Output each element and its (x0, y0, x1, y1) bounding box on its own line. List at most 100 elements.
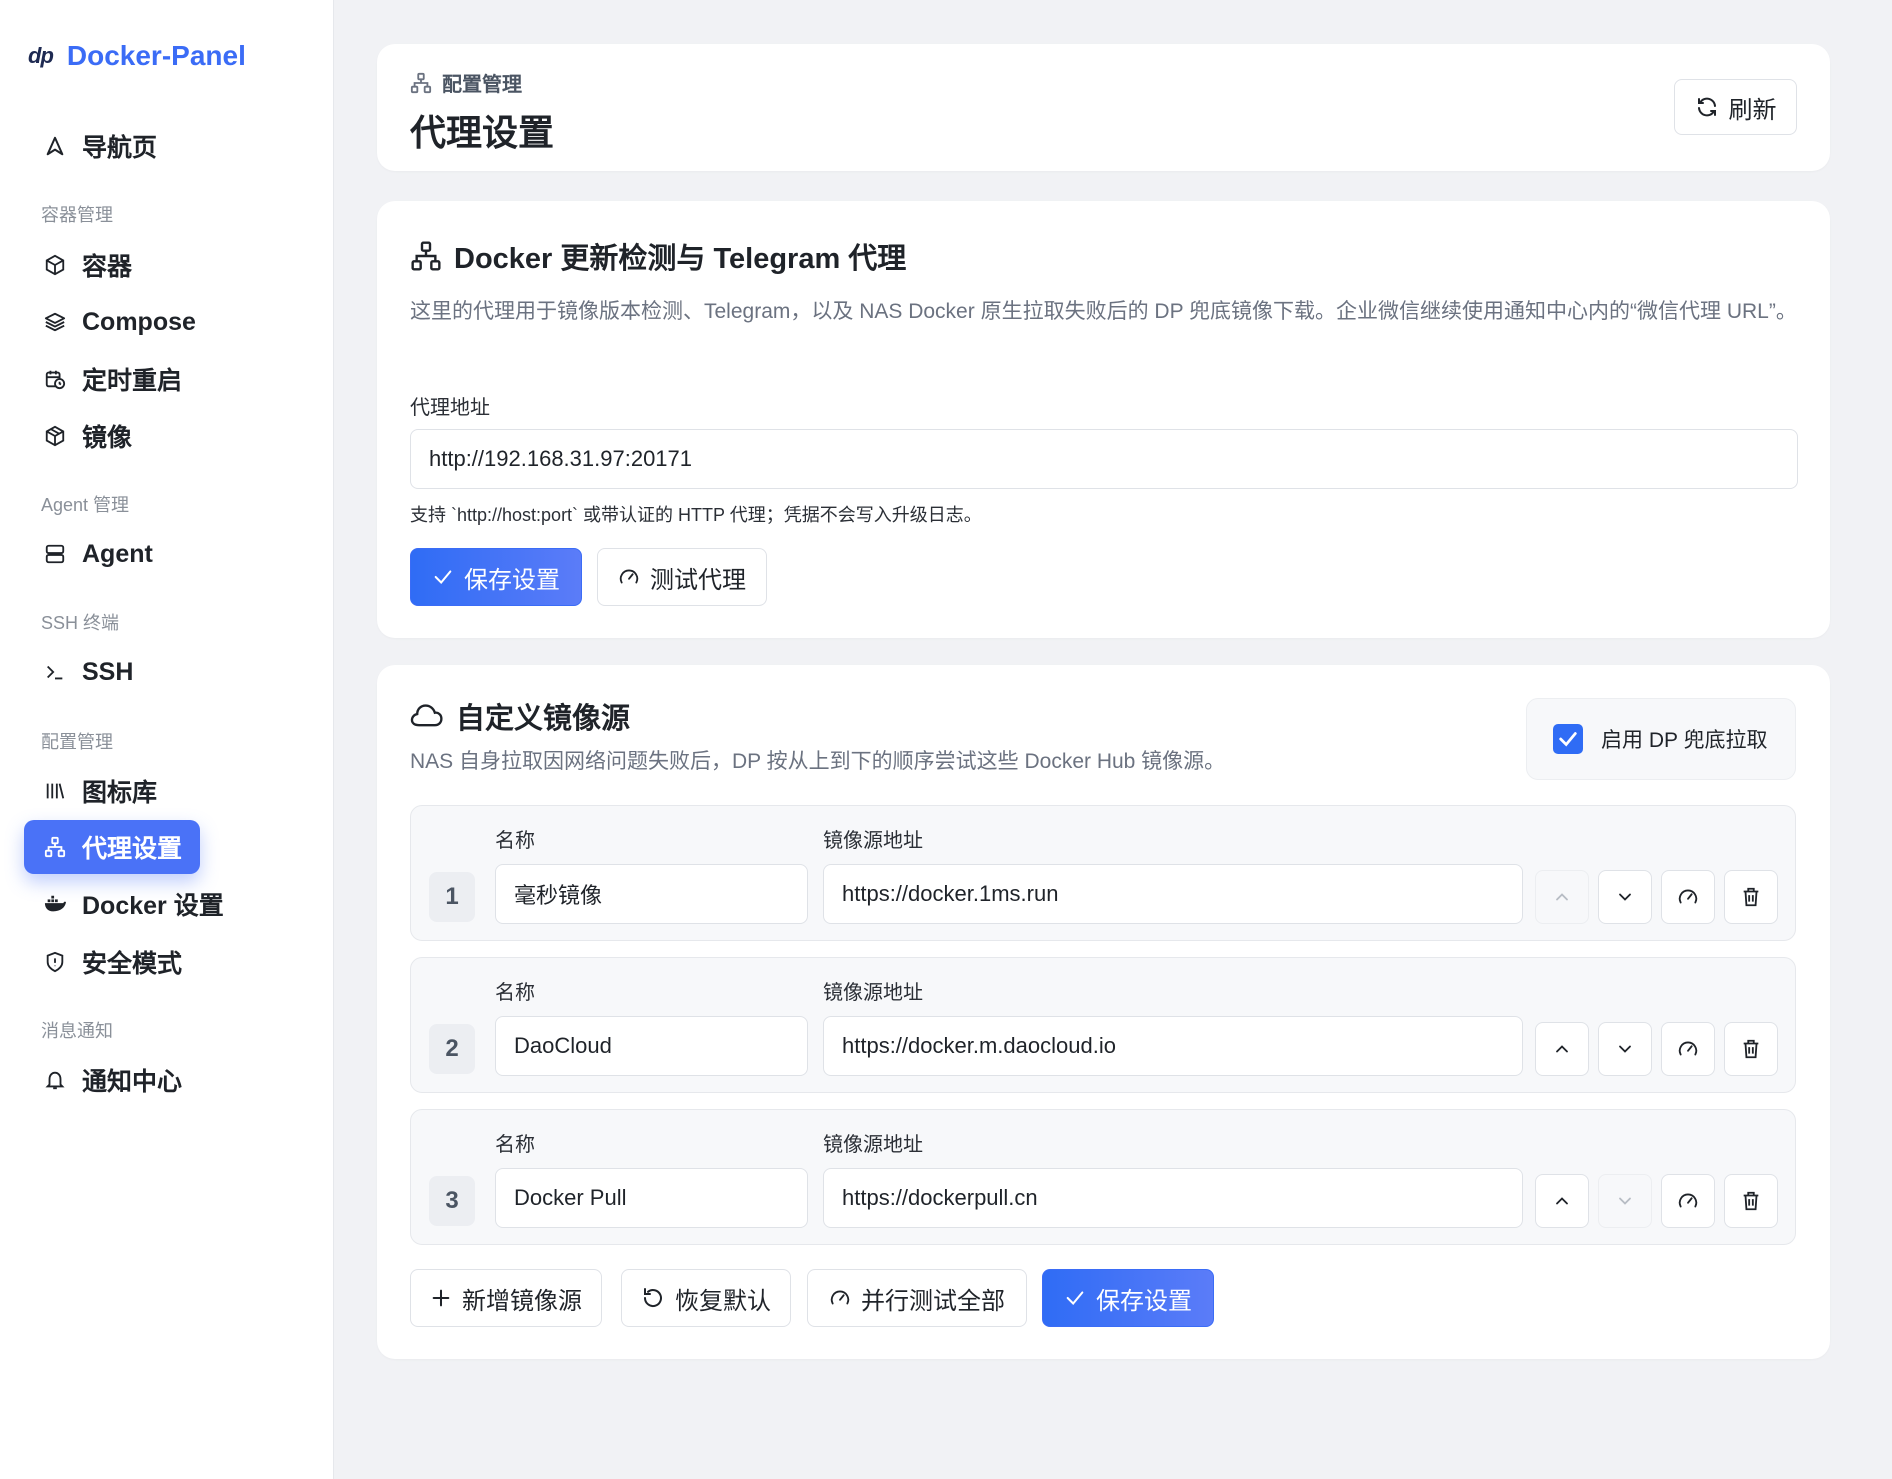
gauge-icon (1677, 1038, 1699, 1060)
sidebar-item-label: Agent (82, 539, 153, 568)
proxy-save-label: 保存设置 (464, 566, 560, 594)
url-label: 镜像源地址 (823, 982, 923, 1004)
url-label: 镜像源地址 (823, 830, 923, 852)
brand-name: Docker-Panel (66, 40, 246, 71)
sidebar-item-images[interactable]: 镜像 (24, 409, 150, 463)
mirror-save-button[interactable]: 保存设置 (1042, 1269, 1214, 1327)
sidebar-item-safe-mode[interactable]: 安全模式 (24, 935, 200, 989)
page-header: 配置管理 代理设置 刷新 (377, 44, 1830, 171)
trash-icon (1740, 1038, 1762, 1060)
proxy-address-value: http://192.168.31.97:20171 (429, 446, 693, 471)
chevron-up-icon (1552, 1191, 1572, 1211)
move-up-button[interactable] (1535, 870, 1589, 924)
mirror-url-value: https://docker.m.daocloud.io (842, 1033, 1116, 1058)
proxy-hint: 支持 `http://host:port` 或带认证的 HTTP 代理；凭据不会… (410, 505, 982, 525)
mirror-name-input[interactable]: DaoCloud (495, 1016, 808, 1076)
name-label: 名称 (495, 1134, 535, 1156)
sidebar-item-ssh[interactable]: SSH (24, 645, 151, 699)
mirror-name-value: Docker Pull (514, 1185, 627, 1210)
proxy-test-button[interactable]: 测试代理 (597, 548, 767, 606)
test-mirror-button[interactable] (1661, 1174, 1715, 1228)
gauge-icon (618, 566, 640, 588)
move-down-button[interactable] (1598, 870, 1652, 924)
refresh-icon (1695, 95, 1719, 119)
sidebar-item-label: 图标库 (82, 779, 158, 807)
sidebar-item-label: SSH (82, 657, 134, 686)
trash-icon (1740, 1190, 1762, 1212)
nav-section-title: Agent 管理 (41, 495, 130, 515)
mirror-card-title: 自定义镜像源 (456, 703, 631, 735)
mirror-card: 自定义镜像源 NAS 自身拉取因网络问题失败后，DP 按从上到下的顺序尝试这些 … (377, 665, 1830, 1359)
proxy-description: 这里的代理用于镜像版本检测、Telegram，以及 NAS Docker 原生拉… (410, 300, 1797, 323)
network-icon (410, 240, 442, 272)
nav-section-title: 配置管理 (41, 732, 113, 752)
delete-mirror-button[interactable] (1724, 1174, 1778, 1228)
fallback-toggle[interactable]: 启用 DP 兜底拉取 (1526, 698, 1796, 780)
gauge-icon (1677, 886, 1699, 908)
sidebar-item-icon-library[interactable]: 图标库 (24, 764, 175, 818)
sidebar-item-docker-settings[interactable]: Docker 设置 (24, 877, 242, 931)
move-down-button[interactable] (1598, 1022, 1652, 1076)
proxy-address-input[interactable]: http://192.168.31.97:20171 (410, 429, 1798, 489)
mirror-name-value: 毫秒镜像 (514, 883, 603, 908)
chevron-up-icon (1552, 1039, 1572, 1059)
chevron-up-icon (1552, 887, 1572, 907)
mirror-description: NAS 自身拉取因网络问题失败后，DP 按从上到下的顺序尝试这些 Docker … (410, 750, 1226, 773)
proxy-field-label: 代理地址 (410, 397, 490, 419)
sidebar-item-label: 导航页 (82, 134, 158, 162)
add-mirror-button[interactable]: 新增镜像源 (410, 1269, 602, 1327)
sidebar-item-containers[interactable]: 容器 (24, 238, 150, 292)
sidebar-item-home[interactable]: 导航页 (24, 119, 175, 173)
move-down-button[interactable] (1598, 1174, 1652, 1228)
mirror-name-input[interactable]: 毫秒镜像 (495, 864, 808, 924)
brand-logo: dp (28, 43, 54, 68)
mirror-url-input[interactable]: https://docker.1ms.run (823, 864, 1523, 924)
network-icon (42, 834, 68, 860)
test-mirror-button[interactable] (1661, 1022, 1715, 1076)
delete-mirror-button[interactable] (1724, 870, 1778, 924)
gauge-icon (829, 1287, 851, 1309)
refresh-label: 刷新 (1728, 96, 1777, 124)
test-all-button[interactable]: 并行测试全部 (807, 1269, 1027, 1327)
mirror-url-input[interactable]: https://dockerpull.cn (823, 1168, 1523, 1228)
proxy-test-label: 测试代理 (650, 566, 746, 594)
sidebar-item-label: 通知中心 (82, 1068, 183, 1096)
sidebar-item-scheduled-restart[interactable]: 定时重启 (24, 352, 200, 406)
refresh-button[interactable]: 刷新 (1674, 79, 1797, 135)
reset-default-label: 恢复默认 (675, 1287, 771, 1315)
fallback-label: 启用 DP 兜底拉取 (1601, 729, 1768, 752)
terminal-icon (42, 659, 68, 685)
chevron-down-icon (1615, 1039, 1635, 1059)
rotate-ccw-icon (641, 1286, 665, 1310)
sidebar-item-agent[interactable]: Agent (24, 527, 171, 581)
sidebar-item-label: 容器 (82, 253, 133, 281)
chevron-down-icon (1615, 1191, 1635, 1211)
proxy-card-header: Docker 更新检测与 Telegram 代理 (410, 235, 906, 277)
fallback-checkbox[interactable] (1553, 724, 1583, 754)
sidebar: dp Docker-Panel 导航页 容器管理 容器 Compose 定时重启… (0, 0, 334, 1479)
brand[interactable]: dp Docker-Panel (28, 40, 246, 72)
nav-section-title: SSH 终端 (41, 613, 120, 633)
move-up-button[interactable] (1535, 1022, 1589, 1076)
mirror-url-input[interactable]: https://docker.m.daocloud.io (823, 1016, 1523, 1076)
bell-icon (42, 1067, 68, 1093)
mirror-url-value: https://docker.1ms.run (842, 881, 1059, 906)
test-mirror-button[interactable] (1661, 870, 1715, 924)
delete-mirror-button[interactable] (1724, 1022, 1778, 1076)
reset-default-button[interactable]: 恢复默认 (621, 1269, 791, 1327)
mirror-name-input[interactable]: Docker Pull (495, 1168, 808, 1228)
mirror-row: 3 名称 镜像源地址 Docker Pull https://dockerpul… (410, 1109, 1796, 1245)
docker-whale-icon (42, 891, 68, 917)
sidebar-item-compose[interactable]: Compose (24, 295, 214, 349)
cloud-icon (410, 700, 444, 732)
sidebar-item-proxy-settings[interactable]: 代理设置 (24, 820, 201, 874)
server-icon (42, 541, 68, 567)
add-mirror-label: 新增镜像源 (462, 1287, 582, 1315)
proxy-save-button[interactable]: 保存设置 (410, 548, 582, 606)
mirror-index: 1 (429, 872, 475, 922)
mirror-name-value: DaoCloud (514, 1033, 612, 1058)
sidebar-item-notification-center[interactable]: 通知中心 (24, 1053, 200, 1107)
check-icon (432, 566, 454, 588)
mirror-card-header: 自定义镜像源 (410, 695, 630, 737)
move-up-button[interactable] (1535, 1174, 1589, 1228)
